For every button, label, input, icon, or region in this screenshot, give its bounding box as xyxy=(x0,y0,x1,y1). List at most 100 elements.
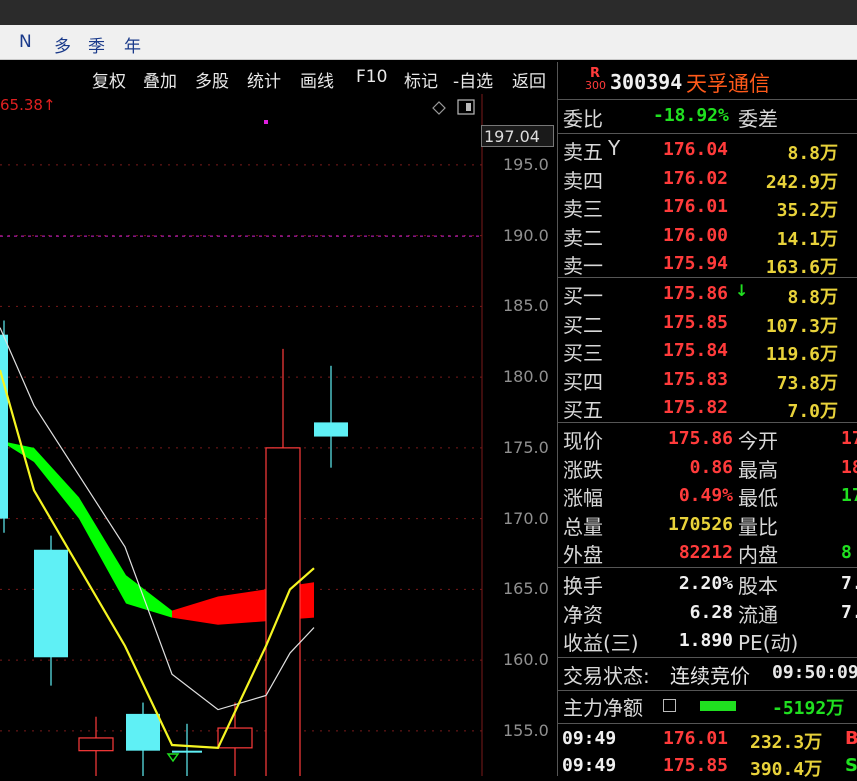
stat-row: 现价175.86今开17 xyxy=(558,425,857,453)
webi-label: 委比 xyxy=(563,107,603,131)
candle-body xyxy=(34,549,68,658)
finance-label-2: 流通 xyxy=(738,602,778,627)
sell-price: 176.00 xyxy=(663,224,729,246)
sell-label: 卖一 xyxy=(563,254,603,278)
buy-row: 买五 175.82 7.0万 xyxy=(558,394,857,422)
tick-price: 175.85 xyxy=(663,755,729,776)
stat-value-2: 8 xyxy=(841,542,852,563)
sell-row: 卖三 176.01 35.2万 xyxy=(558,193,857,221)
event-marker xyxy=(264,120,268,124)
stat-value: 82212 xyxy=(678,542,733,563)
flow-bar xyxy=(700,701,736,711)
divider xyxy=(558,567,857,568)
buy-label: 买五 xyxy=(563,398,603,422)
period-bar: N 多 季 年 xyxy=(0,25,857,60)
sell-price: 176.02 xyxy=(663,167,729,189)
tick-volume: 390.4万 xyxy=(750,759,823,780)
stat-label-2: 最高 xyxy=(738,457,778,482)
toolbar-f10[interactable]: F10 xyxy=(356,67,387,87)
period-n-button[interactable]: N xyxy=(19,32,32,52)
main-flow-row: 主力净额 -5192万 xyxy=(558,692,857,720)
stat-label-2: 今开 xyxy=(738,429,778,453)
sell-volume: 163.6万 xyxy=(765,257,838,278)
stat-label-2: 最低 xyxy=(738,486,778,510)
stock-name[interactable]: 天孚通信 xyxy=(686,68,770,98)
toolbar-statistics[interactable]: 统计 xyxy=(247,67,281,92)
tick-row: 09:49 176.01 232.3万 B xyxy=(558,726,857,754)
toolbar-watchlist[interactable]: -自选 xyxy=(453,67,493,92)
tick-price: 176.01 xyxy=(663,728,729,749)
stat-label-2: 内盘 xyxy=(738,543,778,567)
trade-state-time: 09:50:09 xyxy=(772,662,857,683)
stat-value: 170526 xyxy=(667,513,733,535)
toolbar-restore-rights[interactable]: 复权 xyxy=(92,67,126,92)
trade-state-label: 交易状态: xyxy=(563,664,650,688)
sell-volume: 242.9万 xyxy=(765,171,838,193)
toolbar-back[interactable]: 返回 xyxy=(512,67,546,92)
kline-chart[interactable] xyxy=(0,94,557,776)
y-tick-label: 185.0 xyxy=(503,296,549,316)
stat-row: 总量 170526 量比 xyxy=(558,511,857,539)
buy-price: 175.86 xyxy=(663,283,729,304)
period-year-button[interactable]: 年 xyxy=(124,32,141,57)
candle-body xyxy=(126,713,160,751)
buy-row: 买二 175.85 107.3万 xyxy=(558,309,857,337)
sell-price: 176.04 xyxy=(663,139,729,160)
buy-price: 175.83 xyxy=(663,368,729,390)
sell-label: 卖三 xyxy=(563,197,603,221)
sell-price: 176.01 xyxy=(663,196,729,217)
stat-value-2: 17 xyxy=(841,428,857,449)
toolbar-multi-stock[interactable]: 多股 xyxy=(195,67,229,92)
webi-row: 委比 -18.92% 委差 xyxy=(558,103,857,131)
buy-volume: 73.8万 xyxy=(776,372,838,394)
stock-code[interactable]: 300394 xyxy=(610,70,682,94)
stat-row: 外盘 82212 内盘 8 xyxy=(558,539,857,567)
toolbar-mark[interactable]: 标记 xyxy=(404,67,438,92)
finance-row: 换手2.20%股本7. xyxy=(558,570,857,598)
sell-row: 卖一 175.94 163.6万 xyxy=(558,250,857,278)
buy-label: 买一 xyxy=(563,284,603,308)
yen-flag-icon: Y xyxy=(608,136,621,160)
period-multi-button[interactable]: 多 xyxy=(54,32,71,57)
tick-time: 09:49 xyxy=(562,728,617,749)
finance-row: 收益(三) 1.890 PE(动) xyxy=(558,627,857,655)
stat-row: 涨跌0.86最高18 xyxy=(558,454,857,482)
divider xyxy=(558,99,857,100)
trade-state-value: 连续竞价 xyxy=(670,664,750,688)
stat-value-2: 17 xyxy=(841,485,857,506)
finance-row: 净资6.28流通7. xyxy=(558,599,857,627)
finance-value: 1.890 xyxy=(678,630,733,651)
sell-row: 卖二 176.00 14.1万 xyxy=(558,222,857,250)
finance-label-2: 股本 xyxy=(738,574,778,598)
wecha-label: 委差 xyxy=(738,107,778,131)
sell-price: 175.94 xyxy=(663,253,729,274)
stat-label-2: 量比 xyxy=(738,514,778,539)
y-tick-label: 155.0 xyxy=(503,720,549,740)
stat-row: 涨幅0.49%最低17 xyxy=(558,482,857,510)
sell-row: 卖五 Y 176.04 8.8万 xyxy=(558,136,857,164)
stat-value-2: 18 xyxy=(841,456,857,478)
list-icon[interactable] xyxy=(663,699,676,712)
main-flow-label: 主力净额 xyxy=(563,696,643,720)
buy-label: 买二 xyxy=(563,312,603,337)
ref-price-label: 65.38↑ xyxy=(0,96,56,114)
webi-value: -18.92% xyxy=(653,105,729,126)
buy-volume: 7.0万 xyxy=(787,401,838,422)
sell-label: 卖二 xyxy=(563,225,603,250)
trade-state-row: 交易状态: 连续竞价 09:50:09 xyxy=(558,660,857,688)
divider xyxy=(558,422,857,423)
sell-volume: 35.2万 xyxy=(776,200,838,221)
period-quarter-button[interactable]: 季 xyxy=(88,32,105,57)
y-tick-label: 175.0 xyxy=(503,437,549,457)
toolbar-overlay[interactable]: 叠加 xyxy=(143,67,177,92)
y-tick-label: 195.0 xyxy=(503,154,549,174)
buy-volume: 107.3万 xyxy=(765,315,838,337)
ma-cloud-up xyxy=(0,440,172,618)
window-topbar xyxy=(0,0,857,25)
sell-row: 卖四 176.02 242.9万 xyxy=(558,165,857,193)
toolbar-draw-line[interactable]: 画线 xyxy=(300,67,334,92)
finance-value-2: 7. xyxy=(841,573,857,594)
diamond-icon xyxy=(432,101,446,115)
divider xyxy=(558,133,857,134)
kline-svg xyxy=(0,94,483,776)
